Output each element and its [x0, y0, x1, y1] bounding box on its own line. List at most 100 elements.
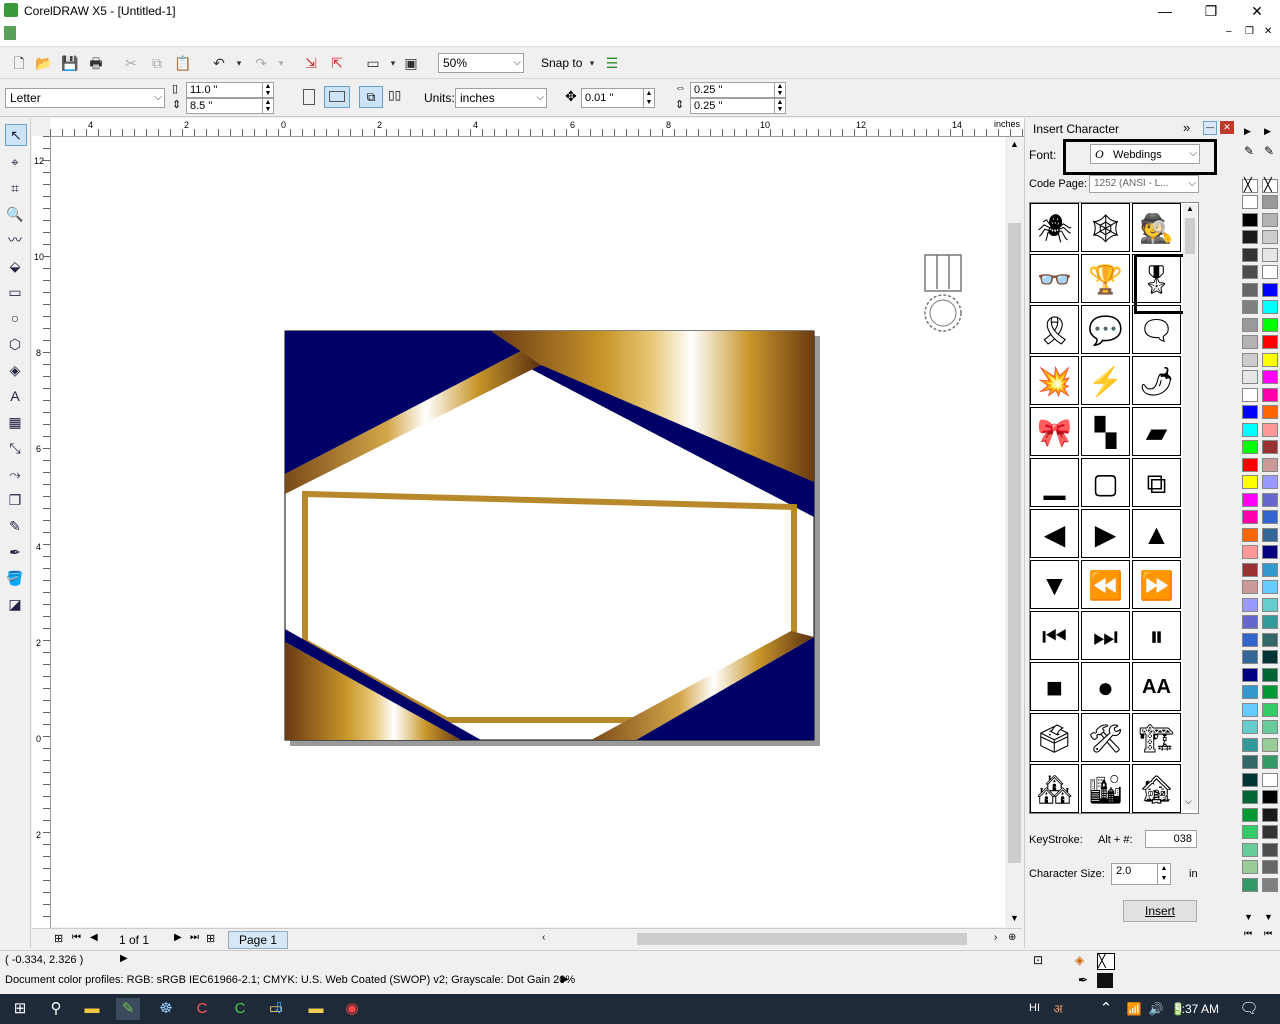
- color-swatch[interactable]: [1242, 685, 1258, 699]
- color-swatch[interactable]: [1242, 737, 1258, 752]
- spin-arrows-icon[interactable]: ▲ ▼: [1157, 864, 1170, 884]
- zoom-tool-icon[interactable]: 🔍: [5, 204, 25, 224]
- color-swatch[interactable]: [1242, 440, 1258, 454]
- color-swatch[interactable]: [1262, 370, 1278, 384]
- glyph-cell[interactable]: ⧉: [1132, 458, 1181, 507]
- color-swatch[interactable]: [1262, 282, 1278, 297]
- color-swatch[interactable]: [1242, 352, 1258, 367]
- units-combo[interactable]: inches ⌵: [455, 88, 547, 108]
- doc-close-icon[interactable]: ✕: [1264, 26, 1272, 37]
- color-swatch[interactable]: [1262, 195, 1278, 209]
- add-page-icon[interactable]: ⊞: [54, 932, 63, 945]
- color-swatch[interactable]: [1242, 615, 1258, 629]
- paper-size-combo[interactable]: Letter ⌵: [5, 88, 165, 108]
- language-indicator[interactable]: HI: [1029, 1002, 1040, 1014]
- zoom-combo[interactable]: 50% ⌵: [438, 53, 524, 73]
- char-size-input[interactable]: 2.0 ▲ ▼: [1111, 863, 1171, 885]
- medal-glyph[interactable]: [924, 254, 962, 332]
- freehand-tool-icon[interactable]: 〰: [5, 230, 25, 250]
- welcome-screen-icon[interactable]: ▣: [402, 54, 420, 72]
- tray-chevron-icon[interactable]: ⌃: [1094, 998, 1118, 1020]
- scroll-left-icon[interactable]: ‹: [542, 932, 545, 943]
- eyedropper-outline-icon[interactable]: ✎: [1264, 144, 1274, 158]
- redo-icon[interactable]: ↷: [252, 54, 270, 72]
- outline-indicator-icon[interactable]: ✒: [1078, 973, 1088, 987]
- glyph-cell[interactable]: 🏗: [1132, 713, 1181, 762]
- app-icon-2[interactable]: ☸: [154, 998, 178, 1020]
- portrait-icon[interactable]: [303, 89, 315, 105]
- color-swatch[interactable]: [1242, 720, 1258, 734]
- doc-restore-icon[interactable]: ❐: [1245, 26, 1254, 37]
- palette-end-icon[interactable]: ⏮: [1244, 928, 1252, 939]
- wifi-icon[interactable]: 📶: [1122, 998, 1146, 1020]
- color-swatch[interactable]: [1262, 352, 1278, 367]
- color-profiles-expand-icon[interactable]: ▶: [561, 974, 569, 985]
- color-swatch[interactable]: [1262, 405, 1278, 419]
- save-icon[interactable]: 💾: [61, 54, 79, 72]
- palette-end-icon-2[interactable]: ⏮: [1264, 928, 1272, 939]
- crop-tool-icon[interactable]: ⌗: [5, 178, 25, 198]
- add-page-after-icon[interactable]: ⊞: [206, 932, 215, 945]
- snap-to-button[interactable]: Snap to: [541, 56, 582, 70]
- scroll-thumb[interactable]: [1008, 223, 1021, 863]
- spin-arrows-icon[interactable]: ▲ ▼: [262, 83, 273, 97]
- dimension-tool-icon[interactable]: ⤡: [5, 438, 25, 458]
- color-swatch[interactable]: [1262, 510, 1278, 524]
- color-swatch[interactable]: [1242, 755, 1258, 769]
- color-swatch[interactable]: [1262, 597, 1278, 612]
- glyph-cell[interactable]: 🏙: [1081, 764, 1130, 813]
- glyph-cell[interactable]: 💥: [1030, 356, 1079, 405]
- doc-minimize-icon[interactable]: –: [1226, 26, 1232, 37]
- docker-minimize-icon[interactable]: —: [1203, 121, 1217, 135]
- color-swatch[interactable]: [1262, 265, 1278, 279]
- color-swatch[interactable]: [1262, 702, 1278, 717]
- color-swatch[interactable]: [1242, 580, 1258, 594]
- ellipse-tool-icon[interactable]: ○: [5, 308, 25, 328]
- no-color-swatch[interactable]: ╳: [1242, 177, 1258, 193]
- color-swatch[interactable]: [1262, 650, 1278, 664]
- shape-tool-icon[interactable]: ⌖: [5, 152, 25, 172]
- color-swatch[interactable]: [1242, 230, 1258, 244]
- color-swatch[interactable]: [1242, 842, 1258, 857]
- glyph-cell[interactable]: ⏸: [1132, 611, 1181, 660]
- color-swatch[interactable]: [1242, 422, 1258, 437]
- last-page-icon[interactable]: ⏭: [190, 932, 199, 943]
- glyph-cell[interactable]: ⏭: [1081, 611, 1130, 660]
- color-swatch[interactable]: [1242, 667, 1258, 682]
- maximize-button[interactable]: ❐: [1188, 0, 1234, 22]
- color-swatch[interactable]: [1262, 440, 1278, 454]
- app-icon-3[interactable]: C: [190, 998, 214, 1020]
- color-swatch[interactable]: [1242, 702, 1258, 717]
- glyph-cell[interactable]: ⏪: [1081, 560, 1130, 609]
- fill-none-swatch[interactable]: ╳: [1097, 953, 1115, 970]
- color-swatch[interactable]: [1242, 860, 1258, 874]
- eyedropper-icon[interactable]: ✎: [5, 516, 25, 536]
- glyph-cell[interactable]: ▚: [1081, 407, 1130, 456]
- color-swatch[interactable]: [1262, 860, 1278, 874]
- palette-down-icon-2[interactable]: ▼: [1264, 912, 1273, 922]
- color-swatch[interactable]: [1242, 650, 1258, 664]
- glyph-cell[interactable]: ⏩: [1132, 560, 1181, 609]
- scroll-down-icon[interactable]: ▼: [1010, 913, 1019, 923]
- glyph-cell[interactable]: 🛠: [1081, 713, 1130, 762]
- docker-close-icon[interactable]: ✕: [1220, 121, 1234, 134]
- nudge-input[interactable]: 0.01 " ▲ ▼: [581, 88, 655, 108]
- close-button[interactable]: ✕: [1234, 0, 1280, 22]
- grid-scroll-down-icon[interactable]: ⌵: [1185, 796, 1192, 807]
- glyph-cell[interactable]: ▢: [1081, 458, 1130, 507]
- color-swatch[interactable]: [1262, 387, 1278, 402]
- vertical-scrollbar[interactable]: ▲ ▼: [1006, 137, 1023, 927]
- all-pages-icon[interactable]: ⧉: [359, 86, 383, 108]
- drawing-area[interactable]: [51, 137, 1005, 927]
- color-swatch[interactable]: [1242, 807, 1258, 822]
- color-swatch[interactable]: [1262, 317, 1278, 332]
- polygon-tool-icon[interactable]: ⬡: [5, 334, 25, 354]
- docker-expand-icon[interactable]: »: [1183, 120, 1190, 135]
- glyph-cell[interactable]: 🎀: [1030, 407, 1079, 456]
- app-icon-4[interactable]: C: [228, 998, 252, 1020]
- print-icon[interactable]: 🖶: [87, 54, 105, 72]
- prev-page-icon[interactable]: ◀: [90, 932, 98, 943]
- minimize-button[interactable]: —: [1142, 0, 1188, 22]
- new-icon[interactable]: 🗋: [10, 54, 28, 72]
- glyph-cell[interactable]: 🏚: [1132, 764, 1181, 813]
